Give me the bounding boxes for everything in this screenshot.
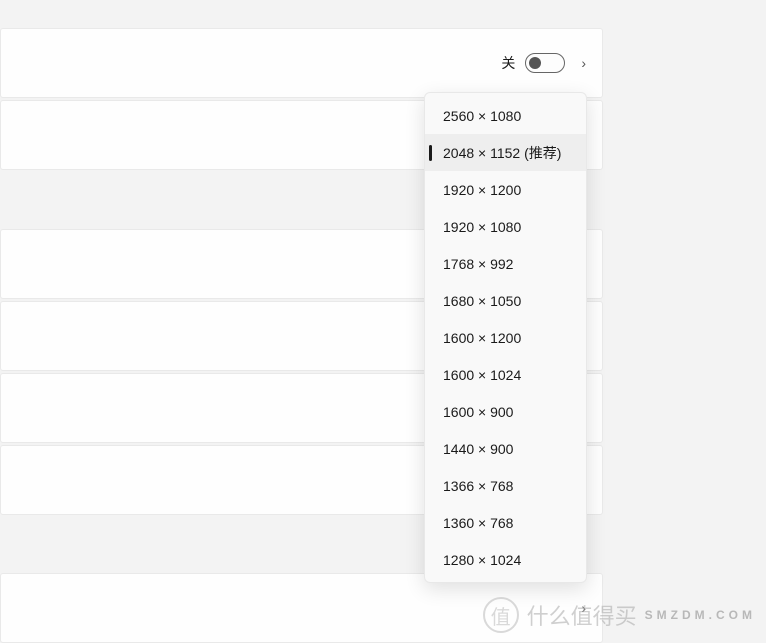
resolution-option[interactable]: 1366 × 768 [425, 467, 586, 504]
dropdown-scroll[interactable]: 2560 × 1080 2048 × 1152 (推荐) 1920 × 1200… [425, 97, 586, 578]
resolution-option[interactable]: 1920 × 1200 [425, 171, 586, 208]
resolution-dropdown: 2560 × 1080 2048 × 1152 (推荐) 1920 × 1200… [424, 92, 587, 583]
resolution-option[interactable]: 1600 × 1200 [425, 319, 586, 356]
resolution-option-selected[interactable]: 2048 × 1152 (推荐) [425, 134, 586, 171]
resolution-option[interactable]: 1600 × 900 [425, 393, 586, 430]
toggle-switch[interactable] [525, 53, 565, 73]
toggle-label: 关 [501, 53, 515, 73]
resolution-option[interactable]: 1600 × 1024 [425, 356, 586, 393]
chevron-right-icon[interactable]: › [581, 600, 586, 616]
settings-row-toggle[interactable]: 关 › [0, 28, 603, 98]
settings-row-expand[interactable]: › [0, 573, 603, 643]
resolution-option[interactable]: 1360 × 768 [425, 504, 586, 541]
resolution-option[interactable]: 1440 × 900 [425, 430, 586, 467]
resolution-option[interactable]: 1768 × 992 [425, 245, 586, 282]
resolution-option[interactable]: 2560 × 1080 [425, 97, 586, 134]
resolution-option[interactable]: 1680 × 1050 [425, 282, 586, 319]
resolution-option[interactable]: 1280 × 1024 [425, 541, 586, 578]
resolution-option[interactable]: 1920 × 1080 [425, 208, 586, 245]
watermark-subtext: SMZDM.COM [645, 608, 756, 622]
chevron-right-icon[interactable]: › [581, 55, 586, 71]
